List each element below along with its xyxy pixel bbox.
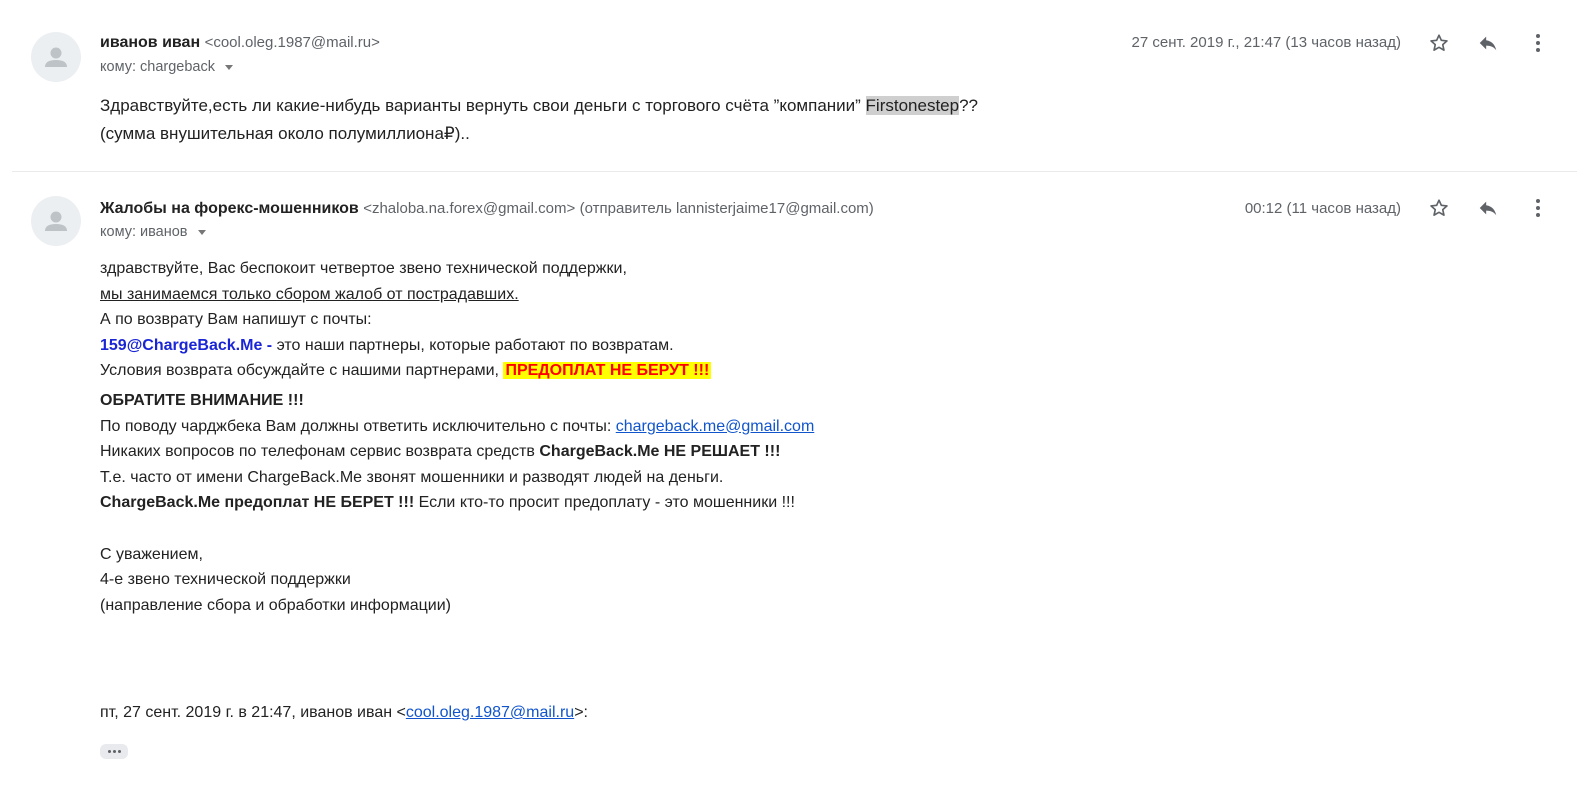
warning-highlight: ПРЕДОПЛАТ НЕ БЕРУТ !!! bbox=[503, 362, 712, 380]
body-line-underlined: мы занимаемся только сбором жалоб от пос… bbox=[100, 285, 519, 303]
body-line: (сумма внушительная около полумиллиона₽)… bbox=[100, 124, 470, 143]
star-icon[interactable] bbox=[1425, 194, 1453, 222]
sender-name: иванов иван bbox=[100, 34, 201, 51]
quote-suffix: >: bbox=[574, 704, 588, 721]
avatar-icon bbox=[31, 196, 81, 246]
highlighted-text: Firstonestep bbox=[865, 96, 960, 115]
message-1[interactable]: иванов иван <cool.oleg.1987@mail.ru> ком… bbox=[0, 0, 1589, 172]
signature-line: (направление сбора и обработки информаци… bbox=[100, 596, 451, 614]
caret-down-icon[interactable] bbox=[225, 64, 234, 70]
recipient-line[interactable]: кому: иванов bbox=[100, 224, 206, 240]
body-line: По поводу чарджбека Вам должны ответить … bbox=[100, 414, 814, 440]
recipient-name: иванов bbox=[140, 224, 188, 240]
sender-email: <zhaloba.na.forex@gmail.com> bbox=[363, 200, 576, 217]
chargeback-email-link[interactable]: chargeback.me@gmail.com bbox=[616, 418, 815, 435]
sender-name: Жалобы на форекс-мошенников bbox=[100, 200, 359, 217]
message-date: 27 сент. 2019 г., 21:47 (13 часов назад) bbox=[1131, 34, 1401, 51]
sender-via: (отправитель lannisterjaime17@gmail.com) bbox=[579, 200, 874, 217]
star-icon[interactable] bbox=[1425, 29, 1453, 57]
signature-line: 4-е звено технической поддержки bbox=[100, 571, 351, 589]
caret-down-icon[interactable] bbox=[197, 229, 206, 235]
body-line: здравствуйте, Вас беспокоит четвертое зв… bbox=[100, 260, 627, 277]
body-text: Если кто-то просит предоплату - это моше… bbox=[414, 494, 795, 512]
partner-email: 159@ChargeBack.Me - bbox=[100, 336, 273, 354]
reply-icon[interactable] bbox=[1474, 194, 1502, 222]
body-text: По поводу чарджбека Вам должны ответить … bbox=[100, 417, 616, 435]
body-line: Условия возврата обсуждайте с нашими пар… bbox=[100, 358, 814, 384]
message-2[interactable]: Жалобы на форекс-мошенников <zhaloba.na.… bbox=[0, 172, 1589, 785]
body-line: Никаких вопросов по телефонам сервис воз… bbox=[100, 439, 814, 465]
body-text: ?? bbox=[959, 96, 979, 115]
email-thread: иванов иван <cool.oleg.1987@mail.ru> ком… bbox=[0, 0, 1589, 785]
to-label: кому: bbox=[100, 59, 136, 75]
quote-email-link[interactable]: cool.oleg.1987@mail.ru bbox=[406, 704, 574, 721]
body-text: Никаких вопросов по телефонам сервис воз… bbox=[100, 443, 540, 461]
sender-line: Жалобы на форекс-мошенников <zhaloba.na.… bbox=[100, 200, 874, 218]
body-line: ChargeBack.Me предоплат НЕ БЕРЕТ !!! Есл… bbox=[100, 490, 814, 516]
recipient-line[interactable]: кому: chargeback bbox=[100, 59, 234, 75]
message-body: Здравствуйте,есть ли какие-нибудь вариан… bbox=[100, 92, 978, 148]
quote-prefix: пт, 27 сент. 2019 г. в 21:47, иванов ива… bbox=[100, 704, 406, 721]
avatar-icon bbox=[31, 32, 81, 82]
sender-line: иванов иван <cool.oleg.1987@mail.ru> bbox=[100, 34, 380, 52]
body-text: Условия возврата обсуждайте с нашими пар… bbox=[100, 362, 504, 380]
body-line: Здравствуйте,есть ли какие-нибудь вариан… bbox=[100, 92, 978, 120]
body-line: Т.е. часто от имени ChargeBack.Me звонят… bbox=[100, 468, 724, 486]
body-bold-text: ChargeBack.Me предоплат НЕ БЕРЕТ !!! bbox=[100, 494, 415, 512]
body-bold-text: ChargeBack.Me НЕ РЕШАЕТ !!! bbox=[539, 443, 781, 461]
body-line: 159@ChargeBack.Me - это наши партнеры, к… bbox=[100, 333, 814, 359]
signature-line: С уважением, bbox=[100, 545, 203, 563]
body-line: А по возврату Вам напишут с почты: bbox=[100, 311, 372, 329]
more-vert-icon[interactable] bbox=[1524, 29, 1552, 57]
more-vert-icon[interactable] bbox=[1524, 194, 1552, 222]
to-label: кому: bbox=[100, 224, 136, 240]
attention-heading: ОБРАТИТЕ ВНИМАНИЕ !!! bbox=[100, 391, 304, 409]
quoted-header: пт, 27 сент. 2019 г. в 21:47, иванов ива… bbox=[100, 704, 588, 722]
body-text: это наши партнеры, которые работают по в… bbox=[272, 336, 674, 354]
sender-email: <cool.oleg.1987@mail.ru> bbox=[204, 34, 380, 51]
recipient-name: chargeback bbox=[140, 59, 215, 75]
reply-icon[interactable] bbox=[1474, 29, 1502, 57]
body-text: Здравствуйте,есть ли какие-нибудь вариан… bbox=[100, 96, 866, 115]
ellipsis-icon[interactable] bbox=[100, 744, 128, 759]
message-date: 00:12 (11 часов назад) bbox=[1244, 200, 1401, 217]
message-body: здравствуйте, Вас беспокоит четвертое зв… bbox=[100, 256, 814, 618]
